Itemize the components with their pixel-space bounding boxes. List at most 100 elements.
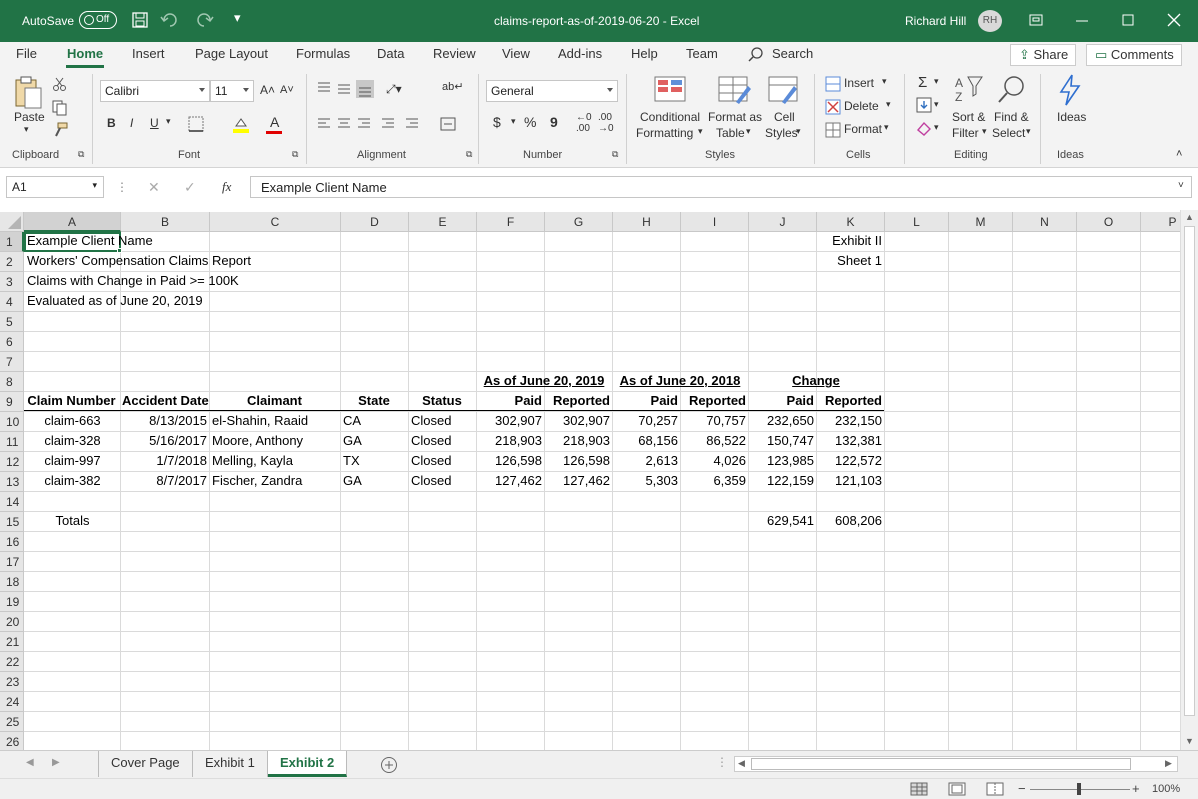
chevron-down-icon[interactable]: ▾ xyxy=(934,76,939,87)
decrease-font-icon[interactable]: A˅ xyxy=(280,84,294,96)
row-header-3[interactable]: 3 xyxy=(0,272,24,292)
row-header-18[interactable]: 18 xyxy=(0,572,24,592)
delete-cells-label[interactable]: Delete xyxy=(844,99,879,113)
table-cell[interactable]: 1/7/2018 xyxy=(122,451,207,471)
cell-a3[interactable]: Claims with Change in Paid >= 100K xyxy=(27,271,239,291)
column-header-n[interactable]: N xyxy=(1013,212,1077,232)
tab-data[interactable]: Data xyxy=(377,46,404,61)
table-cell[interactable]: claim-997 xyxy=(24,451,121,471)
table-cell[interactable]: 70,257 xyxy=(614,411,678,431)
font-size-select[interactable]: 11 xyxy=(210,80,254,102)
decrease-decimal-icon[interactable]: .00 →0 xyxy=(598,112,614,134)
insert-cells-label[interactable]: Insert xyxy=(844,76,874,90)
zoom-out-icon[interactable]: − xyxy=(1018,781,1026,796)
row-header-23[interactable]: 23 xyxy=(0,672,24,692)
fill-color-icon[interactable] xyxy=(232,116,250,134)
row-header-20[interactable]: 20 xyxy=(0,612,24,632)
hscroll-thumb[interactable] xyxy=(751,758,1131,770)
font-color-icon[interactable]: A xyxy=(270,114,279,130)
row-header-21[interactable]: 21 xyxy=(0,632,24,652)
scroll-left-icon[interactable]: ◀ xyxy=(738,758,745,769)
format-as-table-label-2[interactable]: Table xyxy=(716,126,745,140)
table-cell[interactable]: claim-663 xyxy=(24,411,121,431)
scroll-thumb[interactable] xyxy=(1184,226,1195,716)
comments-button[interactable]: ▭ Comments xyxy=(1086,44,1182,66)
table-cell[interactable]: 5,303 xyxy=(614,471,678,491)
conditional-formatting-label-1[interactable]: Conditional xyxy=(640,110,700,124)
worksheet-grid[interactable]: ABCDEFGHIJKLMNOP 1 2 3 4 5 6 7 8 9 10 11 12 13 14 15 16… xyxy=(0,210,1180,750)
table-cell[interactable]: 8/13/2015 xyxy=(122,411,207,431)
row-header-12[interactable]: 12 xyxy=(0,452,24,472)
group-header-2018[interactable]: As of June 20, 2018 xyxy=(612,371,748,391)
horizontal-align-icons[interactable] xyxy=(316,116,428,132)
totals-label[interactable]: Totals xyxy=(24,511,121,531)
row-header-26[interactable]: 26 xyxy=(0,732,24,750)
alignment-launcher-icon[interactable]: ⧉ xyxy=(466,149,472,160)
maximize-icon[interactable] xyxy=(1120,12,1136,28)
column-header-g[interactable]: G xyxy=(545,212,613,232)
user-name[interactable]: Richard Hill xyxy=(905,14,966,28)
table-cell[interactable]: 126,598 xyxy=(478,451,542,471)
cut-icon[interactable] xyxy=(52,76,68,92)
tab-help[interactable]: Help xyxy=(631,46,658,61)
row-header-4[interactable]: 4 xyxy=(0,292,24,312)
table-cell[interactable]: Closed xyxy=(411,471,451,491)
table-cell[interactable]: claim-382 xyxy=(24,471,121,491)
chevron-down-icon[interactable]: ▾ xyxy=(746,126,751,137)
row-header-11[interactable]: 11 xyxy=(0,432,24,452)
table-cell[interactable]: 8/7/2017 xyxy=(122,471,207,491)
tab-page-layout[interactable]: Page Layout xyxy=(195,46,268,61)
number-launcher-icon[interactable]: ⧉ xyxy=(612,149,618,160)
add-sheet-icon[interactable] xyxy=(380,756,398,774)
column-label-9[interactable]: Reported xyxy=(682,391,746,411)
sort-filter-label-1[interactable]: Sort & xyxy=(952,110,985,124)
row-header-25[interactable]: 25 xyxy=(0,712,24,732)
row-header-1[interactable]: 1 xyxy=(0,232,24,252)
column-label-11[interactable]: Reported xyxy=(818,391,882,411)
share-button[interactable]: ⇪ Share xyxy=(1010,44,1076,66)
tab-add-ins[interactable]: Add-ins xyxy=(558,46,602,61)
column-label-6[interactable]: Paid xyxy=(478,391,542,411)
italic-button[interactable]: I xyxy=(130,116,133,130)
prev-sheet-icon[interactable]: ◀ xyxy=(26,757,34,768)
copy-icon[interactable] xyxy=(52,100,74,116)
total-change-reported[interactable]: 608,206 xyxy=(816,511,882,531)
font-launcher-icon[interactable]: ⧉ xyxy=(292,149,298,160)
currency-dropdown-icon[interactable]: ▾ xyxy=(511,116,516,127)
insert-function-icon[interactable]: fx xyxy=(222,179,231,195)
column-label-5[interactable]: Status xyxy=(410,391,474,411)
row-header-6[interactable]: 6 xyxy=(0,332,24,352)
ideas-lightning-icon[interactable] xyxy=(1058,74,1082,106)
normal-view-icon[interactable] xyxy=(910,782,928,796)
cancel-icon[interactable]: ✕ xyxy=(148,179,160,196)
tab-view[interactable]: View xyxy=(502,46,530,61)
sort-filter-icon[interactable]: AZ xyxy=(954,74,984,106)
row-header-19[interactable]: 19 xyxy=(0,592,24,612)
zoom-slider-thumb[interactable] xyxy=(1077,783,1081,795)
bold-button[interactable]: B xyxy=(107,116,116,130)
next-sheet-icon[interactable]: ▶ xyxy=(52,757,60,768)
table-cell[interactable]: 127,462 xyxy=(546,471,610,491)
page-break-view-icon[interactable] xyxy=(986,782,1004,796)
column-header-e[interactable]: E xyxy=(409,212,477,232)
find-select-label-1[interactable]: Find & xyxy=(994,110,1029,124)
name-box[interactable]: A1 ▾ xyxy=(6,176,104,198)
column-header-a[interactable]: A xyxy=(24,212,121,232)
sheet-tab-exhibit-1[interactable]: Exhibit 1 xyxy=(193,751,268,777)
comma-button[interactable]: 9 xyxy=(550,114,558,130)
undo-icon[interactable] xyxy=(160,12,182,28)
customize-qat-icon[interactable]: ▾ xyxy=(234,10,241,26)
increase-decimal-icon[interactable]: ←0.00 xyxy=(576,112,592,134)
table-cell[interactable]: 70,757 xyxy=(682,411,746,431)
table-cell[interactable]: el-Shahin, Raaid xyxy=(212,411,308,431)
row-header-15[interactable]: 15 xyxy=(0,512,24,532)
search-label[interactable]: Search xyxy=(772,46,813,61)
format-cells-icon[interactable] xyxy=(825,122,841,138)
column-label-7[interactable]: Reported xyxy=(546,391,610,411)
column-header-h[interactable]: H xyxy=(613,212,681,232)
table-cell[interactable]: 6,359 xyxy=(682,471,746,491)
table-cell[interactable]: claim-328 xyxy=(24,431,121,451)
tab-formulas[interactable]: Formulas xyxy=(296,46,350,61)
total-change-paid[interactable]: 629,541 xyxy=(748,511,814,531)
scroll-up-icon[interactable]: ▲ xyxy=(1185,212,1194,222)
